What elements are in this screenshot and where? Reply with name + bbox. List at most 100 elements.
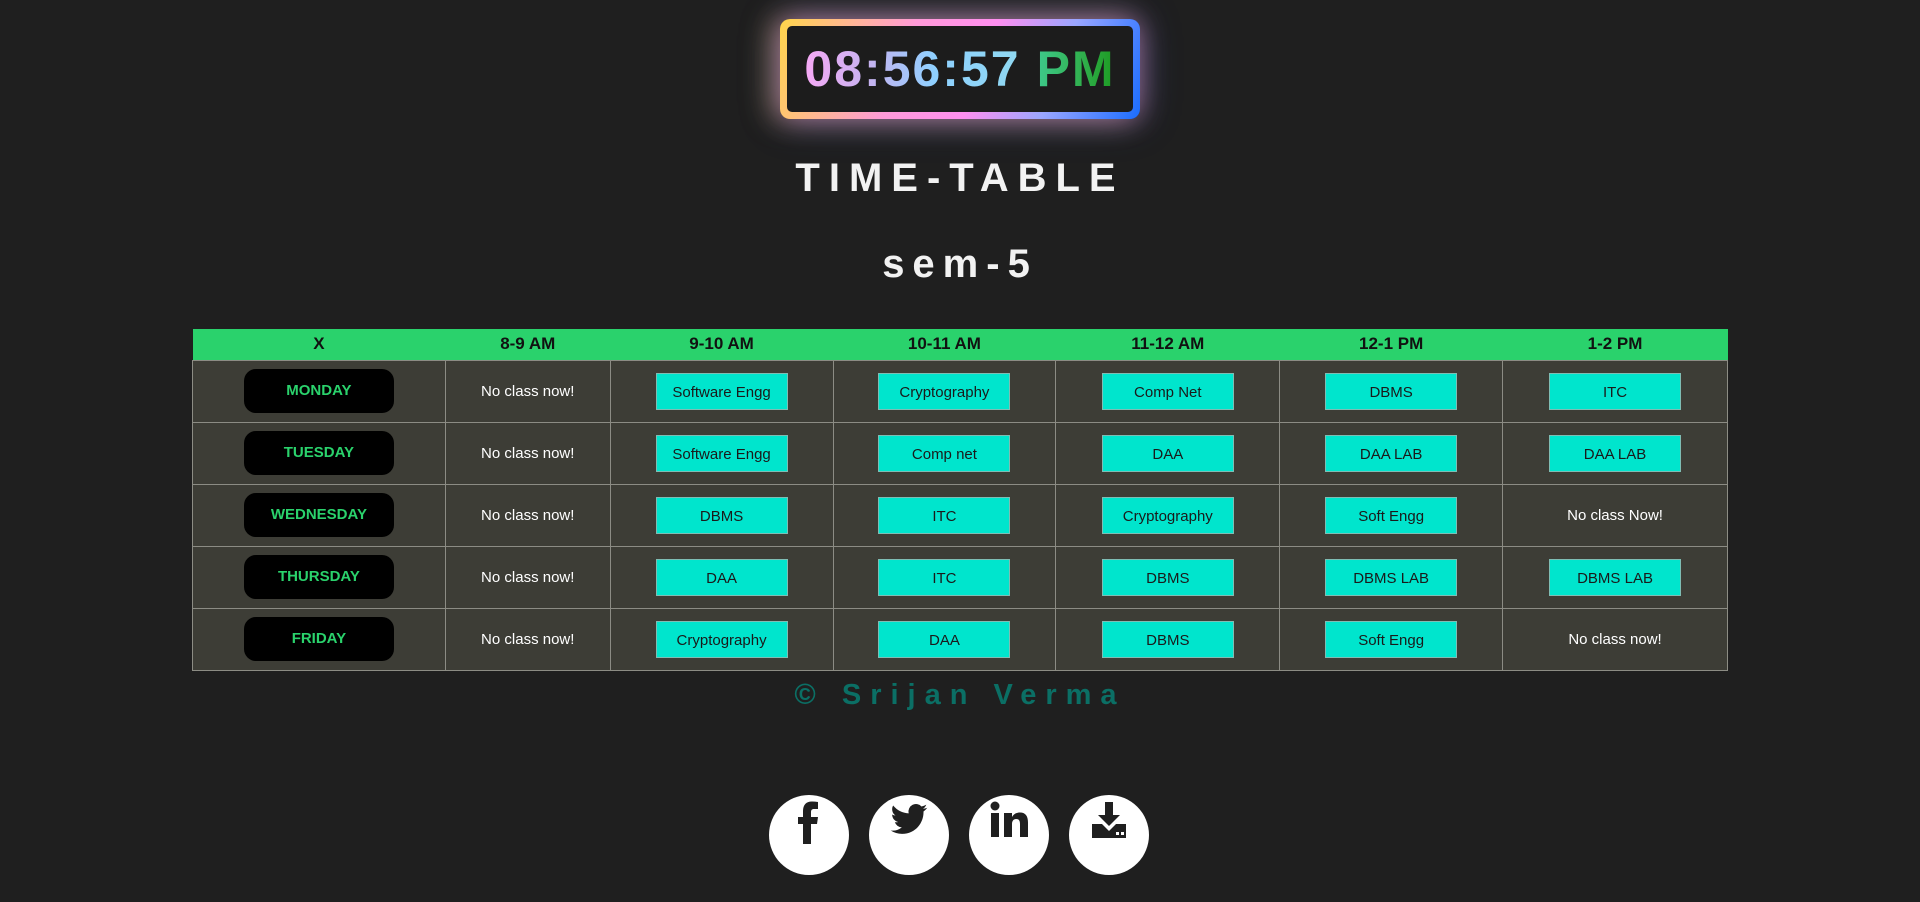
timetable: X 8-9 AM 9-10 AM 10-11 AM 11-12 AM 12-1 … bbox=[192, 329, 1728, 671]
subject-box: Cryptography bbox=[1101, 496, 1234, 534]
subject-box: DBMS bbox=[1101, 558, 1234, 596]
linkedin-button[interactable] bbox=[969, 795, 1049, 875]
subject-box: Software Engg bbox=[655, 434, 788, 472]
table-cell: Comp net bbox=[832, 421, 1057, 485]
table-cell: DAA LAB bbox=[1502, 421, 1728, 485]
table-cell: No class now! bbox=[444, 607, 611, 671]
header-cell: 12-1 PM bbox=[1279, 329, 1503, 360]
subject-box: DBMS bbox=[1325, 372, 1458, 410]
clock-display: 08:56:57 PM bbox=[787, 26, 1133, 112]
table-row: TUESDAY No class now! Software Engg Comp ne… bbox=[192, 421, 1728, 485]
subject-box: Software Engg bbox=[655, 372, 788, 410]
day-label: WEDNESDAY bbox=[243, 493, 394, 537]
header-cell: 8-9 AM bbox=[445, 329, 611, 360]
subject-box: Comp net bbox=[878, 434, 1011, 472]
facebook-icon bbox=[798, 801, 818, 844]
table-cell: No class now! bbox=[444, 483, 611, 547]
download-button[interactable] bbox=[1069, 795, 1149, 875]
subject-box: ITC bbox=[878, 496, 1011, 534]
subject-box: Cryptography bbox=[655, 620, 788, 658]
header-cell: 10-11 AM bbox=[833, 329, 1056, 360]
header-cell: 9-10 AM bbox=[610, 329, 833, 360]
day-label: TUESDAY bbox=[243, 431, 394, 475]
table-cell: DAA bbox=[1055, 421, 1281, 485]
table-row: WEDNESDAY No class now! DBMS ITC Cryptograph… bbox=[192, 483, 1728, 547]
table-cell: DBMS bbox=[1055, 545, 1281, 609]
subject-box: Soft Engg bbox=[1325, 496, 1458, 534]
table-cell: Software Engg bbox=[609, 359, 834, 423]
no-class-text: No class now! bbox=[481, 630, 575, 648]
table-cell: Comp Net bbox=[1055, 359, 1281, 423]
social-links bbox=[769, 795, 1149, 875]
table-cell: No class Now! bbox=[1502, 483, 1728, 547]
table-cell: DBMS bbox=[1279, 359, 1504, 423]
download-icon bbox=[1092, 802, 1126, 838]
linkedin-icon bbox=[990, 801, 1028, 837]
subject-box: DAA LAB bbox=[1549, 434, 1682, 472]
subject-box: DAA LAB bbox=[1325, 434, 1458, 472]
table-cell: No class now! bbox=[1502, 607, 1728, 671]
table-cell: ITC bbox=[832, 545, 1057, 609]
table-cell: Software Engg bbox=[609, 421, 834, 485]
digital-clock: 08:56:57 PM bbox=[780, 19, 1140, 119]
day-label: FRIDAY bbox=[243, 617, 394, 661]
twitter-button[interactable] bbox=[869, 795, 949, 875]
no-class-text: No class now! bbox=[1568, 630, 1662, 648]
subject-box: DBMS LAB bbox=[1325, 558, 1458, 596]
table-cell: ITC bbox=[832, 483, 1057, 547]
day-cell: WEDNESDAY bbox=[192, 483, 446, 547]
table-row: THURSDAY No class now! DAA ITC DBMS DBMS LAB D… bbox=[192, 545, 1728, 609]
table-row: FRIDAY No class now! Cryptography DAA DBMS So… bbox=[192, 607, 1728, 671]
page-subtitle: sem-5 bbox=[882, 242, 1038, 286]
subject-box: DAA bbox=[655, 558, 788, 596]
twitter-icon bbox=[890, 804, 928, 834]
table-cell: DAA bbox=[832, 607, 1057, 671]
table-cell: Cryptography bbox=[832, 359, 1057, 423]
table-cell: No class now! bbox=[444, 545, 611, 609]
subject-box: Soft Engg bbox=[1325, 620, 1458, 658]
table-cell: DAA bbox=[609, 545, 834, 609]
header-cell: X bbox=[192, 329, 446, 360]
no-class-text: No class now! bbox=[481, 382, 575, 400]
clock-time: 08:56:57 bbox=[804, 41, 1021, 97]
clock-ampm: PM bbox=[1036, 41, 1116, 97]
facebook-button[interactable] bbox=[769, 795, 849, 875]
page-title: TIME-TABLE bbox=[795, 156, 1125, 200]
table-cell: No class now! bbox=[444, 359, 611, 423]
no-class-text: No class now! bbox=[481, 444, 575, 462]
subject-box: ITC bbox=[1549, 372, 1682, 410]
table-cell: Cryptography bbox=[1055, 483, 1281, 547]
day-cell: THURSDAY bbox=[192, 545, 446, 609]
table-cell: Soft Engg bbox=[1279, 483, 1504, 547]
table-cell: Cryptography bbox=[609, 607, 834, 671]
subject-box: DAA bbox=[1101, 434, 1234, 472]
subject-box: DBMS bbox=[655, 496, 788, 534]
table-cell: DBMS bbox=[609, 483, 834, 547]
no-class-text: No class now! bbox=[481, 506, 575, 524]
day-cell: TUESDAY bbox=[192, 421, 446, 485]
subject-box: ITC bbox=[878, 558, 1011, 596]
table-cell: No class now! bbox=[444, 421, 611, 485]
day-cell: MONDAY bbox=[192, 359, 446, 423]
table-cell: DBMS LAB bbox=[1279, 545, 1504, 609]
timetable-header-row: X 8-9 AM 9-10 AM 10-11 AM 11-12 AM 12-1 … bbox=[192, 329, 1728, 360]
day-cell: FRIDAY bbox=[192, 607, 446, 671]
no-class-text: No class now! bbox=[481, 568, 575, 586]
table-cell: DBMS LAB bbox=[1502, 545, 1728, 609]
copyright-text: © Srijan Verma bbox=[794, 679, 1126, 711]
table-cell: DBMS bbox=[1055, 607, 1281, 671]
table-row: MONDAY No class now! Software Engg Cryptogr… bbox=[192, 359, 1728, 423]
subject-box: DBMS LAB bbox=[1549, 558, 1682, 596]
day-label: THURSDAY bbox=[243, 555, 394, 599]
table-cell: ITC bbox=[1502, 359, 1728, 423]
subject-box: Comp Net bbox=[1101, 372, 1234, 410]
table-cell: Soft Engg bbox=[1279, 607, 1504, 671]
subject-box: DAA bbox=[878, 620, 1011, 658]
subject-box: DBMS bbox=[1101, 620, 1234, 658]
subject-box: Cryptography bbox=[878, 372, 1011, 410]
no-class-text: No class Now! bbox=[1567, 506, 1663, 524]
header-cell: 11-12 AM bbox=[1055, 329, 1280, 360]
table-cell: DAA LAB bbox=[1279, 421, 1504, 485]
day-label: MONDAY bbox=[243, 369, 394, 413]
header-cell: 1-2 PM bbox=[1502, 329, 1728, 360]
